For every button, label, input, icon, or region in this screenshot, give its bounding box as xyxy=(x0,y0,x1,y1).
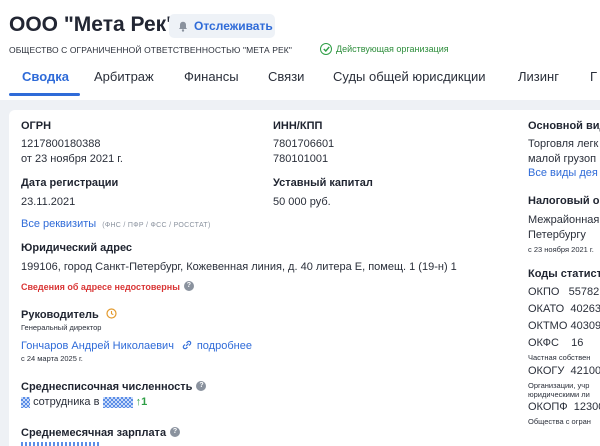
address-value: 199106, город Санкт-Петербург, Кожевенна… xyxy=(21,261,457,273)
address-warning-row: Сведения об адресе недостоверны? xyxy=(21,277,194,295)
all-activities-link[interactable]: Все виды дея xyxy=(528,167,598,179)
capital-label: Уставный капитал xyxy=(273,177,373,189)
staff-trend: ↑1 xyxy=(135,396,148,408)
locked-value-pattern[interactable] xyxy=(21,442,101,446)
capital-value: 50 000 руб. xyxy=(273,196,331,208)
locked-value-pattern[interactable] xyxy=(21,396,30,408)
company-header: ООО "Мета Рек" Отслеживать ОБЩЕСТВО С ОГ… xyxy=(0,0,600,100)
address-warning: Сведения об адресе недостоверны xyxy=(21,282,180,292)
staff-label-row: Среднесписочная численность? xyxy=(21,377,207,395)
head-date: с 24 марта 2025 г. xyxy=(21,354,83,363)
head-name-row: Гончаров Андрей Николаевич подробнее xyxy=(21,336,252,354)
staff-value-row: сотрудника в ↑1 xyxy=(21,396,147,408)
head-row: Руководитель xyxy=(21,305,117,323)
help-icon[interactable]: ? xyxy=(170,426,181,437)
requisites-tag: (ФНС / ПФР / ФСС / РОССТАТ) xyxy=(102,222,211,229)
company-full-name: ОБЩЕСТВО С ОГРАНИЧЕННОЙ ОТВЕТСТВЕННОСТЬЮ… xyxy=(9,45,292,55)
code-okfs: ОКФС 16 xyxy=(528,337,584,349)
staff-text: сотрудника в xyxy=(33,396,100,408)
tax-office-label: Налоговый о xyxy=(528,195,600,207)
code-okogu: ОКОГУ 42100 xyxy=(528,365,600,377)
okopf-description: Общества с огран xyxy=(528,417,591,426)
head-role: Генеральный директор xyxy=(21,323,102,332)
head-name-link[interactable]: Гончаров Андрей Николаевич xyxy=(21,340,174,352)
ogrn-value: 1217800180388 xyxy=(21,138,101,150)
status-badge: Действующая организация xyxy=(320,43,449,55)
company-title: ООО "Мета Рек" xyxy=(9,13,177,36)
salary-label: Среднемесячная зарплата xyxy=(21,427,167,439)
kpp-value: 780101001 xyxy=(273,153,329,165)
follow-label: Отслеживать xyxy=(194,19,273,33)
inn-value: 7801706601 xyxy=(273,138,335,150)
locked-value-pattern[interactable] xyxy=(102,396,133,408)
activity-line: Торговля легк xyxy=(528,138,599,150)
address-label: Юридический адрес xyxy=(21,242,133,254)
staff-label: Среднесписочная численность xyxy=(21,381,193,393)
okogu-description: Организации, учр xyxy=(528,381,590,390)
tab-courts[interactable]: Суды общей юрисдикции xyxy=(333,69,486,84)
link-icon xyxy=(183,340,192,350)
stat-codes-label: Коды статист xyxy=(528,268,600,280)
ogrn-label: ОГРН xyxy=(21,120,52,132)
tab-connections[interactable]: Связи xyxy=(268,69,304,84)
salary-label-row: Среднемесячная зарплата? xyxy=(21,423,181,441)
all-requisites-link[interactable]: Все реквизиты xyxy=(21,218,96,230)
tab-bar: Сводка Арбитраж Финансы Связи Суды общей… xyxy=(0,62,600,96)
check-circle-icon xyxy=(320,43,332,55)
tax-office-line: Петербургу xyxy=(528,229,586,241)
code-oktmo: ОКТМО 40309 xyxy=(528,320,600,332)
activity-line: малой грузоп xyxy=(528,153,597,165)
tab-arbitration[interactable]: Арбитраж xyxy=(94,69,154,84)
code-okpo: ОКПО 55782 xyxy=(528,286,600,298)
active-tab-indicator xyxy=(9,93,80,96)
reg-date-label: Дата регистрации xyxy=(21,177,119,189)
summary-card: ОГРН 1217800180388 от 23 ноября 2021 г. … xyxy=(9,110,600,446)
inn-kpp-label: ИНН/КПП xyxy=(273,120,323,132)
tab-leasing[interactable]: Лизинг xyxy=(518,69,559,84)
clock-icon[interactable] xyxy=(106,308,117,319)
help-icon[interactable]: ? xyxy=(183,280,194,291)
help-icon[interactable]: ? xyxy=(196,380,207,391)
head-more-link[interactable]: подробнее xyxy=(197,340,252,352)
tax-office-line: Межрайонная xyxy=(528,214,600,226)
tax-office-date: с 23 ноября 2021 г. xyxy=(528,245,594,254)
code-okato: ОКАТО 40263 xyxy=(528,303,600,315)
follow-button[interactable]: Отслеживать xyxy=(169,14,275,38)
tab-finance[interactable]: Финансы xyxy=(184,69,239,84)
head-label: Руководитель xyxy=(21,309,99,321)
okfs-description: Частная собствен xyxy=(528,353,591,362)
status-text: Действующая организация xyxy=(336,44,449,54)
okogu-description: юридическими ли xyxy=(528,390,590,399)
tab-summary[interactable]: Сводка xyxy=(22,69,69,84)
activity-label: Основной вид xyxy=(528,120,600,132)
tab-partial[interactable]: Г xyxy=(590,69,597,84)
bell-icon xyxy=(179,21,187,32)
code-okopf: ОКОПФ 12300 xyxy=(528,401,600,413)
requisites-row: Все реквизиты (ФНС / ПФР / ФСС / РОССТАТ) xyxy=(21,214,211,232)
ogrn-date: от 23 ноября 2021 г. xyxy=(21,153,123,165)
reg-date-value: 23.11.2021 xyxy=(21,196,76,208)
